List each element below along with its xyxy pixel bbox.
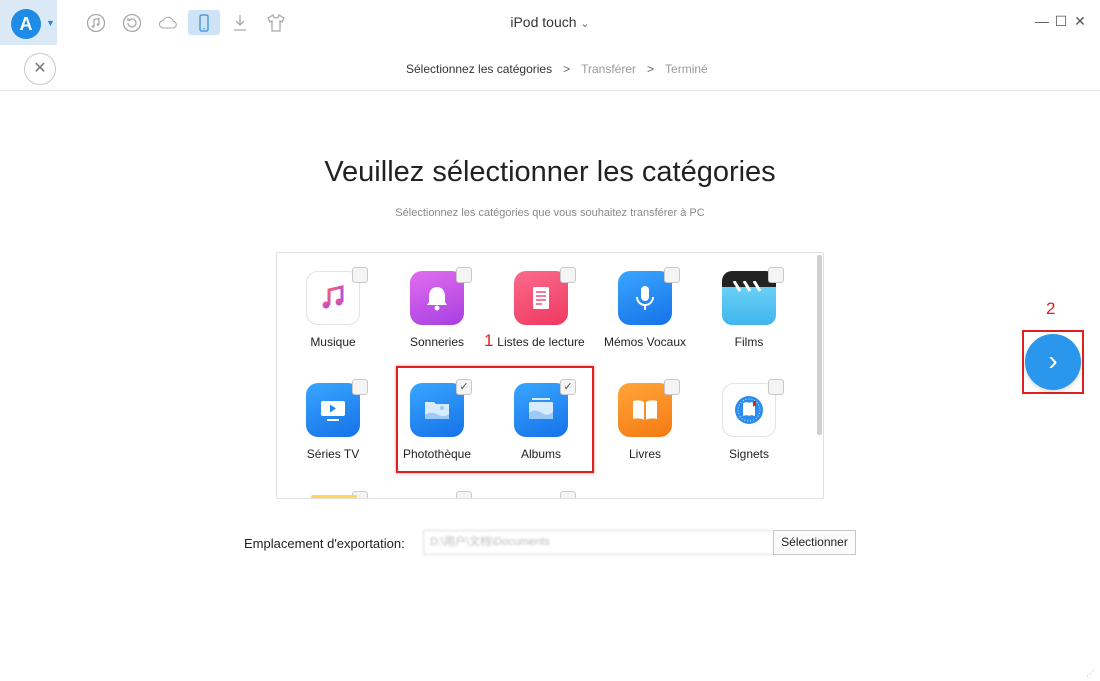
step-separator: > — [647, 62, 655, 76]
category-label: Musique — [310, 335, 356, 349]
annotation-1: 1 — [484, 331, 494, 350]
device-selector[interactable]: iPod touch ⌄ — [500, 14, 600, 30]
select-folder-button[interactable]: Sélectionner — [773, 530, 856, 555]
resize-grip-icon[interactable]: ⋰ — [1086, 669, 1094, 678]
cloud-icon[interactable] — [156, 11, 180, 35]
close-window-button[interactable]: ✕ — [1073, 14, 1087, 28]
maximize-button[interactable]: ☐ — [1054, 14, 1068, 28]
step-separator: > — [563, 62, 571, 76]
music-manager-icon[interactable] — [84, 11, 108, 35]
category-checkbox[interactable] — [560, 267, 576, 283]
close-icon[interactable]: ✕ — [24, 53, 56, 85]
category-label: Séries TV — [306, 447, 360, 461]
annotation-2: 2 — [1046, 299, 1056, 318]
download-icon[interactable] — [228, 11, 252, 35]
category-bookmarks[interactable]: Signets — [693, 365, 797, 465]
category-checkbox[interactable] — [664, 379, 680, 395]
category-music[interactable]: Musique — [277, 253, 381, 353]
category-ringtones[interactable]: Sonneries — [381, 253, 485, 353]
top-toolbar: A ▼ iPod touch ⌄ — ☐ ✕ — [0, 0, 1100, 45]
page-subtitle: Sélectionnez les catégories que vous sou… — [395, 207, 705, 219]
device-icon[interactable] — [188, 10, 220, 35]
category-checkbox[interactable] — [664, 267, 680, 283]
category-label: Signets — [728, 447, 770, 461]
category-checkbox[interactable] — [456, 491, 472, 498]
category-checkbox[interactable] — [560, 491, 576, 498]
category-label: Sonneries — [409, 335, 465, 349]
category-checkbox[interactable] — [768, 267, 784, 283]
category-books[interactable]: Livres — [589, 365, 693, 465]
category-films[interactable]: Films — [693, 253, 797, 353]
app-logo: A — [11, 9, 41, 39]
step-select-categories: Sélectionnez les catégories — [406, 62, 553, 76]
tshirt-icon[interactable] — [264, 11, 288, 35]
category-label: Livres — [628, 447, 661, 461]
category-checkbox[interactable] — [352, 379, 368, 395]
category-checkbox[interactable] — [456, 267, 472, 283]
category-playlists[interactable]: Listes de lecture — [485, 253, 589, 353]
category-label: Films — [734, 335, 764, 349]
category-voice-memos[interactable]: Mémos Vocaux — [589, 253, 693, 353]
next-button[interactable]: › — [1025, 334, 1081, 390]
chevron-down-icon: ⌄ — [580, 18, 590, 30]
scrollbar[interactable] — [817, 255, 822, 435]
category-checkbox[interactable] — [352, 267, 368, 283]
category-icon-partial — [311, 495, 357, 498]
category-label: Listes de lecture — [497, 335, 585, 349]
category-label: Mémos Vocaux — [603, 335, 687, 349]
minimize-button[interactable]: — — [1035, 14, 1049, 28]
breadcrumb: Sélectionnez les catégories > Transférer > T… — [406, 62, 708, 76]
step-bar: ✕ Sélectionnez les catégories > Transférer… — [0, 45, 1100, 91]
category-checkbox[interactable] — [768, 379, 784, 395]
category-tv-series[interactable]: Séries TV — [277, 365, 381, 465]
export-path-field[interactable]: D:\用户\文档\Documents — [423, 530, 774, 555]
step-done: Terminé — [665, 62, 708, 76]
device-name: iPod touch — [510, 14, 577, 30]
selection-highlight — [396, 366, 594, 473]
app-menu[interactable]: A ▼ — [0, 0, 57, 45]
step-transfer: Transférer — [581, 62, 637, 76]
page-title: Veuillez sélectionner les catégories — [324, 156, 776, 188]
export-location-label: Emplacement d'exportation: — [244, 536, 405, 551]
backup-restore-icon[interactable] — [120, 11, 144, 35]
chevron-down-icon: ▼ — [46, 18, 55, 28]
